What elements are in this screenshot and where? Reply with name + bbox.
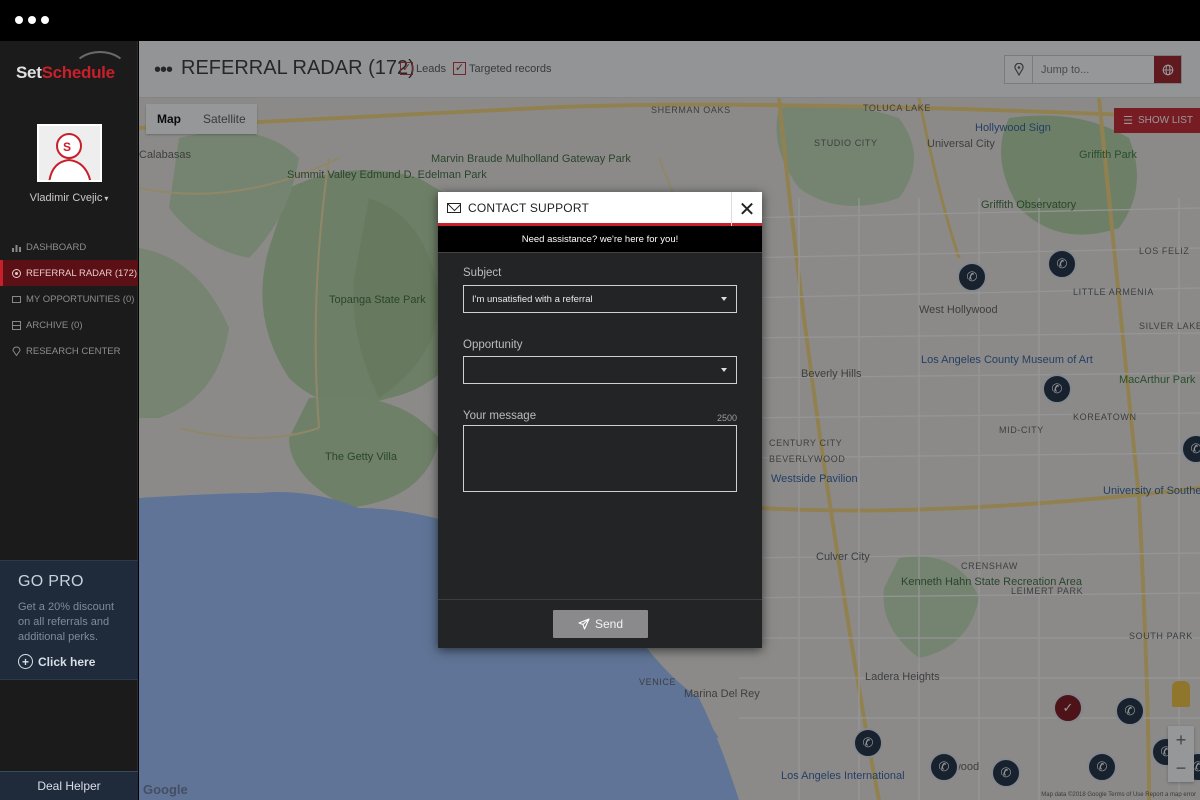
inbox-icon [11,294,21,304]
opportunity-select[interactable] [463,356,737,384]
modal-title: CONTACT SUPPORT [468,200,590,215]
go-pro-panel: GO PRO Get a 20% discount on all referra… [0,560,138,680]
go-pro-title: GO PRO [18,573,84,590]
app-logo[interactable]: SetSchedule [16,63,115,83]
sidebar-nav: DASHBOARD REFERRAL RADAR (172) MY OPPORT… [0,234,138,364]
subject-selected-value: I'm unsatisfied with a referral [472,293,593,305]
plus-circle-icon: + [18,654,33,669]
deal-helper-label: Deal Helper [37,779,101,793]
go-pro-cta-button[interactable]: + Click here [18,654,138,669]
svg-text:S: S [63,140,71,154]
sidebar-item-label: ARCHIVE (0) [26,319,83,331]
window-dot-icon[interactable] [28,16,36,24]
go-pro-cta-label: Click here [38,654,96,669]
chevron-down-icon [721,368,727,372]
logo-text-set: Set [16,63,42,82]
sidebar-item-my-opportunities[interactable]: MY OPPORTUNITIES (0) [0,286,138,312]
send-button[interactable]: Send [553,610,648,638]
location-icon [11,346,21,356]
subject-label: Subject [463,267,502,279]
sidebar-item-referral-radar[interactable]: REFERRAL RADAR (172) [0,260,138,286]
username-label: Vladimir Cvejic [29,192,103,204]
sidebar-item-research-center[interactable]: RESEARCH CENTER [0,338,138,364]
radar-icon [11,268,21,278]
deal-helper-button[interactable]: Deal Helper [0,771,138,800]
sidebar-item-label: REFERRAL RADAR (172) [26,267,138,279]
user-avatar-icon: S [39,126,100,180]
window-chrome [0,0,1200,41]
paper-plane-icon [578,618,590,630]
envelope-icon [447,202,461,213]
window-dot-icon[interactable] [41,16,49,24]
sidebar-item-label: DASHBOARD [26,241,87,253]
message-textarea[interactable] [463,425,737,492]
chevron-down-icon [721,297,727,301]
send-label: Send [594,617,624,631]
bar-chart-icon [11,242,21,252]
subject-select[interactable]: I'm unsatisfied with a referral [463,285,737,313]
message-char-counter: 2500 [716,413,737,423]
user-menu[interactable]: Vladimir Cvejic ▾ [0,192,138,204]
go-pro-text: Get a 20% discount on all referrals and … [18,601,115,643]
logo-text-schedule: Schedule [41,63,115,82]
caret-down-icon: ▾ [104,194,109,203]
sidebar: SetSchedule S Vladimir Cvejic ▾ DASHBOARD… [0,41,138,800]
sidebar-item-dashboard[interactable]: DASHBOARD [0,234,138,260]
message-label: Your message [463,410,537,422]
archive-icon [11,320,21,330]
close-icon: ✕ [738,198,756,221]
contact-support-modal: CONTACT SUPPORT ✕ Need assistance? we're… [438,192,762,648]
sidebar-item-label: MY OPPORTUNITIES (0) [26,293,135,305]
modal-footer: Send [438,599,762,648]
close-button[interactable]: ✕ [731,192,762,226]
sidebar-item-label: RESEARCH CENTER [26,345,121,357]
window-dot-icon[interactable] [15,16,23,24]
modal-subtitle: Need assistance? we're here for you! [438,226,762,253]
sidebar-item-archive[interactable]: ARCHIVE (0) [0,312,138,338]
modal-header: CONTACT SUPPORT ✕ [438,192,762,226]
avatar[interactable]: S [37,124,102,182]
opportunity-label: Opportunity [463,339,523,351]
